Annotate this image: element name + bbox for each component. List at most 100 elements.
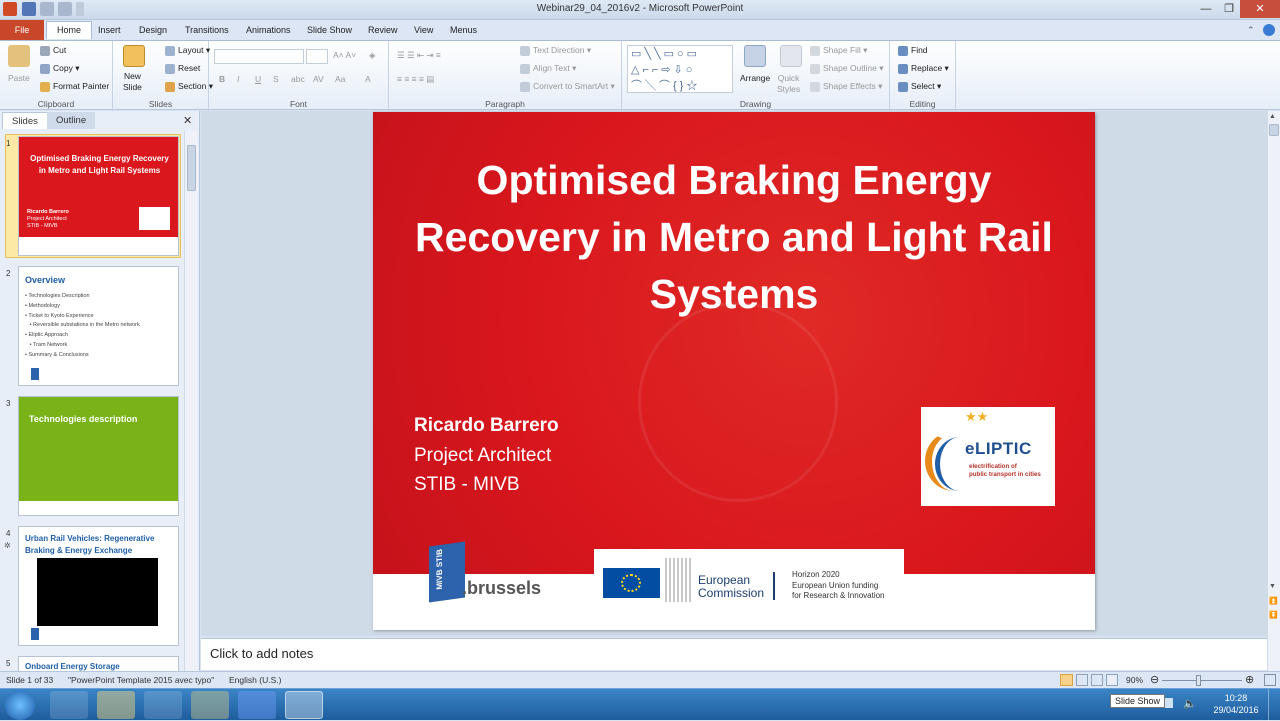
clear-format-icon[interactable]: ◈ — [369, 50, 376, 61]
next-slide-icon[interactable]: ⏬ — [1269, 611, 1278, 619]
maximize-button[interactable]: ❐ — [1215, 0, 1243, 18]
slide-sorter-icon[interactable] — [1076, 674, 1088, 686]
presenter-role[interactable]: Project Architect — [414, 445, 551, 467]
slide-thumbnail-4[interactable]: Urban Rail Vehicles: Regenerative Brakin… — [18, 526, 179, 646]
clock[interactable]: 10:28 29/04/2016 — [1210, 692, 1262, 716]
bold-icon[interactable]: B — [219, 74, 225, 84]
tab-animations[interactable]: Animations — [238, 22, 299, 40]
scroll-up-icon[interactable]: ▲ — [1269, 113, 1276, 120]
italic-icon[interactable]: I — [237, 74, 239, 84]
tab-home[interactable]: Home — [46, 21, 92, 39]
paste-button[interactable]: Paste — [8, 73, 30, 83]
find-button[interactable]: Find — [898, 45, 928, 56]
shapes-gallery[interactable]: ▭╲╲▭○▭ △⌐⌐⇨⇩○ ⌒╲⌒{}☆ — [627, 45, 733, 93]
internet-explorer-icon[interactable] — [50, 691, 88, 719]
eliptic-logo-mini — [139, 207, 170, 230]
align-text-button[interactable]: Align Text ▾ — [520, 63, 576, 74]
zoom-in-icon[interactable]: ⊕ — [1245, 673, 1254, 686]
quick-styles-button[interactable]: Quick Styles — [777, 73, 800, 95]
file-explorer-icon[interactable] — [97, 691, 135, 719]
tab-slide-show[interactable]: Slide Show — [299, 22, 360, 40]
slide-thumbnail-2[interactable]: Overview • Technologies Description • Met… — [18, 266, 179, 386]
scrollbar-thumb[interactable] — [187, 145, 196, 191]
minimize-ribbon-icon[interactable]: ⌃ — [1247, 25, 1257, 35]
format-painter-button[interactable]: Format Painter — [40, 81, 109, 92]
layout-button[interactable]: Layout ▾ — [165, 45, 210, 56]
close-pane-icon[interactable]: ✕ — [183, 114, 192, 127]
thumb-title: Urban Rail Vehicles: Regenerative Brakin… — [25, 534, 155, 555]
app-icon[interactable] — [238, 691, 276, 719]
arrange-button[interactable]: Arrange — [740, 73, 770, 83]
strikethrough-icon[interactable]: abc — [291, 74, 305, 84]
change-case-icon[interactable]: Aa — [335, 74, 345, 84]
reset-button[interactable]: Reset — [165, 63, 200, 74]
cut-button[interactable]: Cut — [40, 45, 66, 56]
arrange-icon[interactable] — [744, 45, 766, 67]
font-color-icon[interactable]: A — [365, 74, 371, 84]
zoom-level[interactable]: 90% — [1126, 675, 1143, 685]
close-button[interactable]: ✕ — [1240, 0, 1280, 18]
tab-file[interactable]: File — [0, 20, 44, 40]
help-icon[interactable] — [1263, 24, 1275, 36]
slide-thumbnail-1[interactable]: Optimised Braking Energy Recovery in Met… — [18, 136, 179, 256]
presenter-org[interactable]: STIB - MIVB — [414, 474, 520, 496]
replace-button[interactable]: Replace ▾ — [898, 63, 949, 74]
text-direction-button[interactable]: Text Direction ▾ — [520, 45, 591, 56]
notes-pane[interactable]: Click to add notes — [201, 638, 1267, 670]
normal-view-icon[interactable] — [1060, 674, 1073, 686]
chrome-icon[interactable] — [144, 691, 182, 719]
volume-icon[interactable]: 🔈 — [1183, 697, 1197, 710]
zoom-out-icon[interactable]: ⊖ — [1150, 673, 1159, 686]
thumbnail-scrollbar[interactable] — [184, 131, 198, 671]
slide-scrollbar[interactable]: ▲ ▼ ⏫ ⏬ — [1267, 111, 1280, 671]
tab-review[interactable]: Review — [360, 22, 406, 40]
tab-insert[interactable]: Insert — [90, 22, 129, 40]
select-button[interactable]: Select ▾ — [898, 81, 941, 92]
shadow-icon[interactable]: S — [273, 74, 279, 84]
align-icons[interactable]: ≡ ≡ ≡ ≡ ▤ — [397, 74, 434, 85]
paste-icon[interactable] — [8, 45, 30, 67]
slide-title[interactable]: Optimised Braking Energy Recovery in Met… — [373, 152, 1095, 323]
copy-button[interactable]: Copy ▾ — [40, 63, 79, 74]
new-slide-icon[interactable] — [123, 45, 145, 67]
previous-slide-icon[interactable]: ⏫ — [1269, 597, 1278, 605]
show-desktop-button[interactable] — [1268, 689, 1280, 721]
slide-show-icon[interactable] — [1106, 674, 1118, 686]
slide-thumbnail-3[interactable]: Technologies description — [18, 396, 179, 516]
zoom-slider-thumb[interactable] — [1196, 675, 1201, 686]
fit-slide-icon[interactable] — [1264, 674, 1276, 686]
zoom-slider[interactable] — [1162, 680, 1242, 681]
tab-design[interactable]: Design — [131, 22, 175, 40]
scrollbar-thumb[interactable] — [1269, 124, 1279, 136]
tab-view[interactable]: View — [406, 22, 441, 40]
reading-view-icon[interactable] — [1091, 674, 1103, 686]
font-size-dropdown[interactable] — [306, 49, 328, 64]
new-slide-button[interactable]: New Slide — [123, 71, 142, 93]
tab-transitions[interactable]: Transitions — [177, 22, 237, 40]
notes-placeholder[interactable]: Click to add notes — [210, 646, 313, 661]
powerpoint-taskbar-icon[interactable] — [285, 691, 323, 719]
tab-menus[interactable]: Menus — [442, 22, 485, 40]
char-spacing-icon[interactable]: AV — [313, 74, 324, 84]
grow-font-icon[interactable]: A˄ A˅ — [333, 50, 356, 60]
template-name[interactable]: "PowerPoint Template 2015 avec typo" — [68, 675, 214, 685]
language-indicator[interactable]: English (U.S.) — [229, 675, 281, 685]
shape-fill-button[interactable]: Shape Fill ▾ — [810, 45, 867, 56]
font-name-dropdown[interactable] — [214, 49, 304, 64]
underline-icon[interactable]: U — [255, 74, 261, 84]
quick-styles-icon[interactable] — [780, 45, 802, 67]
presenter-name[interactable]: Ricardo Barrero — [414, 415, 559, 437]
binoculars-icon — [898, 45, 908, 56]
slide-canvas[interactable]: Optimised Braking Energy Recovery in Met… — [373, 112, 1095, 630]
tab-outline[interactable]: Outline — [47, 112, 96, 129]
tab-slides[interactable]: Slides — [2, 112, 48, 129]
shape-outline-button[interactable]: Shape Outline ▾ — [810, 63, 884, 74]
shape-effects-button[interactable]: Shape Effects ▾ — [810, 81, 882, 92]
start-button[interactable] — [5, 690, 35, 720]
bullets-icon[interactable]: ☰ ☰ ⇤ ⇥ ≡ — [397, 50, 441, 61]
folder-icon[interactable] — [191, 691, 229, 719]
slide-thumbnail-5[interactable]: Onboard Energy Storage — [18, 656, 179, 671]
smartart-button[interactable]: Convert to SmartArt ▾ — [520, 81, 615, 92]
section-button[interactable]: Section ▾ — [165, 81, 213, 92]
scroll-down-icon[interactable]: ▼ — [1269, 583, 1276, 590]
